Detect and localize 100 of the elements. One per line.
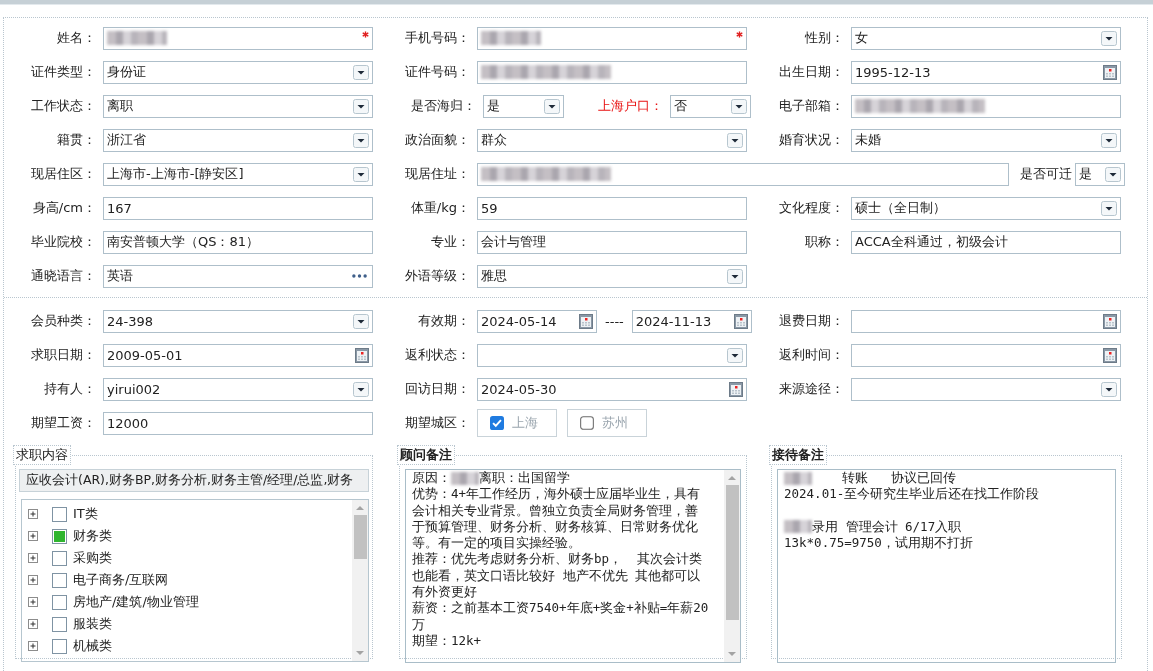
calendar-icon: [355, 347, 369, 363]
range-separator: ----: [604, 313, 625, 329]
date-field[interactable]: 2024-05-30: [477, 377, 747, 401]
text-field[interactable]: [477, 60, 747, 84]
category-item[interactable]: 采购类: [73, 549, 112, 567]
category-item[interactable]: 房地产/建筑/物业管理: [73, 593, 199, 611]
calendar-icon: [1103, 64, 1117, 80]
checkbox[interactable]: [52, 572, 67, 588]
field-label: 外语等级：: [404, 267, 471, 285]
calendar-icon: [1103, 347, 1117, 363]
dropdown[interactable]: 身份证: [103, 60, 373, 84]
dropdown[interactable]: yirui002: [103, 377, 373, 401]
note-text: 转账 协议已回传: [841, 470, 956, 487]
field-label: 姓名：: [56, 29, 97, 47]
note-text: 优势：4+年工作经历，海外硕士应届毕业生，具有: [412, 486, 701, 503]
field-label: 来源途径：: [778, 380, 845, 398]
text-field[interactable]: [477, 26, 747, 50]
date-field[interactable]: 2024-11-13: [631, 309, 752, 333]
text-field[interactable]: ACCA全科通过，初级会计: [851, 230, 1121, 254]
more-icon: [352, 274, 367, 278]
field-label: 求职日期：: [30, 346, 97, 364]
dropdown[interactable]: [851, 377, 1121, 401]
text-field[interactable]: [103, 26, 373, 50]
lookup-field[interactable]: 英语: [103, 264, 373, 288]
field-label: 现居住址：: [404, 165, 471, 183]
field-label: 期望工资：: [30, 414, 97, 432]
category-item[interactable]: 服装类: [73, 615, 112, 633]
field-label: 有效期：: [417, 312, 471, 330]
checkbox[interactable]: [52, 638, 67, 654]
selection-summary-field[interactable]: 应收会计(AR),财务BP,财务分析,财务主管/经理/总监,财务: [19, 469, 369, 492]
field-label: 返利时间：: [778, 346, 845, 364]
text-field[interactable]: [477, 162, 1009, 186]
field-label: 手机号码：: [404, 29, 471, 47]
note-text: 2024.01-至今研究生毕业后还在找工作阶段: [784, 486, 1040, 503]
field-label: 文化程度：: [778, 199, 845, 217]
checkbox[interactable]: [52, 528, 67, 544]
checkbox[interactable]: [52, 594, 67, 610]
dropdown[interactable]: [477, 343, 747, 367]
note-text: 薪资：之前基本工资7540+年底+奖金+补贴=年薪20: [412, 600, 709, 617]
notes-textarea[interactable]: 原因： 离职：出国留学 优势：4+年工作经历，海外硕士应届毕业生，具有 会计相关专业背景。曾独立负责全局财务管理，善 于预算管理、财务分析、财务核算、日常财务优化 等。有一定的项目实操经验。 推荐：优先考虑财务分析、财务bp， 其次会计类 也能看，英文口语比较好 地产不优先 其他都可以 有外资更好 薪资：之前基本工资7540+年底+奖金+补贴=年薪20 万 期望：12k+: [405, 469, 741, 663]
checkbox[interactable]: [52, 506, 67, 522]
text-field[interactable]: 南安普顿大学（QS：81）: [103, 230, 373, 254]
scrollbar[interactable]: [352, 500, 368, 661]
field-label: 是否可迁: [1019, 165, 1073, 183]
group-title: 求职内容: [13, 445, 71, 465]
dropdown[interactable]: 否: [670, 94, 751, 118]
field-label: 专业：: [430, 233, 471, 251]
field-label: 体重/kg：: [409, 199, 471, 217]
field-label: 职称：: [804, 233, 845, 251]
category-item[interactable]: IT类: [73, 505, 98, 523]
dropdown[interactable]: 是: [483, 94, 564, 118]
date-field[interactable]: [851, 309, 1121, 333]
dropdown[interactable]: 群众: [477, 128, 747, 152]
dropdown[interactable]: 女: [851, 26, 1121, 50]
note-text: 13k*0.75=9750，试用期不打折: [784, 534, 973, 552]
notes-textarea[interactable]: 转账 协议已回传 2024.01-至今研究生毕业后还在找工作阶段 录用 管理会计 6/17入职 13k*0.75=9750，试用期不打折: [777, 469, 1116, 663]
note-text: 万: [412, 616, 425, 633]
calendar-icon: [729, 381, 743, 397]
field-label: 证件号码：: [404, 63, 471, 81]
checkbox[interactable]: [52, 616, 67, 632]
dropdown[interactable]: 硕士（全日制）: [851, 196, 1121, 220]
date-field[interactable]: 2024-05-14: [477, 309, 597, 333]
date-field[interactable]: 1995-12-13: [851, 60, 1121, 84]
field-label: 回访日期：: [404, 380, 471, 398]
field-label: 现居住区：: [30, 165, 97, 183]
group-title: 接待备注: [769, 445, 827, 465]
dropdown[interactable]: 雅思: [477, 264, 747, 288]
calendar-icon: [579, 313, 593, 329]
calendar-icon: [733, 313, 748, 329]
text-field[interactable]: 会计与管理: [477, 230, 747, 254]
dropdown[interactable]: 离职: [103, 94, 373, 118]
text-field[interactable]: 59: [477, 196, 747, 220]
date-field[interactable]: [851, 343, 1121, 367]
category-item[interactable]: 机械类: [73, 637, 112, 655]
field-label: 期望城区：: [404, 414, 471, 432]
category-item[interactable]: 电子商务/互联网: [73, 571, 169, 589]
text-field[interactable]: 12000: [103, 411, 373, 435]
text-field[interactable]: 167: [103, 196, 373, 220]
field-label: 持有人：: [43, 380, 97, 398]
dropdown[interactable]: 是: [1075, 162, 1125, 186]
note-text: 于预算管理、财务分析、财务核算、日常财务优化: [412, 518, 698, 536]
note-text: 期望：12k+: [412, 632, 482, 650]
calendar-icon: [1103, 313, 1117, 329]
dropdown[interactable]: 上海市-上海市-[静安区]: [103, 162, 373, 186]
text-field[interactable]: [851, 94, 1121, 118]
date-field[interactable]: 2009-05-01: [103, 343, 373, 367]
dropdown[interactable]: 24-398: [103, 309, 373, 333]
note-text: 录用 管理会计 6/17入职: [812, 518, 962, 535]
field-label: 出生日期：: [778, 63, 845, 81]
note-text: 有外资更好: [412, 584, 477, 601]
field-label: 婚育状况：: [778, 131, 845, 149]
field-label: 身高/cm：: [31, 199, 97, 217]
dropdown[interactable]: 未婚: [851, 128, 1121, 152]
field-label: 政治面貌：: [404, 131, 471, 149]
field-label: 证件类型：: [30, 63, 97, 81]
dropdown[interactable]: 浙江省: [103, 128, 373, 152]
checkbox[interactable]: [52, 550, 67, 566]
scrollbar[interactable]: [724, 470, 740, 662]
category-item[interactable]: 财务类: [73, 527, 112, 545]
field-label: 退费日期：: [778, 312, 845, 330]
